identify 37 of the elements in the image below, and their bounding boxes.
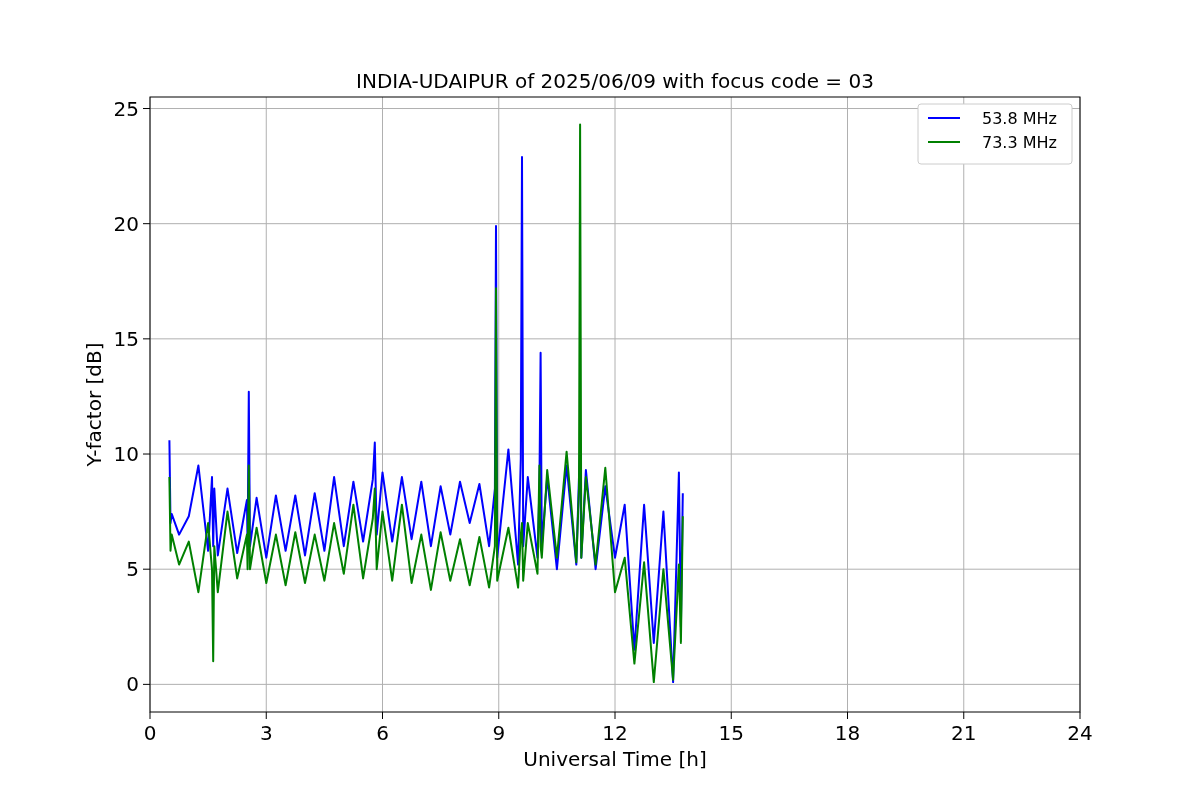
- x-axis-label: Universal Time [h]: [523, 747, 707, 771]
- y-tick-label: 15: [113, 326, 139, 351]
- legend-line: [927, 141, 961, 143]
- x-tick-label: 12: [602, 721, 628, 745]
- tick-mark: [382, 711, 383, 720]
- tick-mark: [142, 568, 151, 570]
- y-tick-label: 20: [113, 211, 139, 236]
- tick-mark: [265, 711, 267, 720]
- y-tick-label: 5: [126, 557, 139, 582]
- tick-mark: [1079, 711, 1081, 720]
- y-tick-label: 10: [113, 442, 139, 466]
- tick-mark: [149, 711, 151, 720]
- x-tick-label: 15: [718, 721, 744, 745]
- x-tick-label: 21: [951, 721, 977, 745]
- x-tick-label: 9: [492, 721, 506, 745]
- tick-mark: [730, 711, 732, 720]
- legend-line: [927, 117, 961, 119]
- x-tick-label: 3: [259, 721, 273, 745]
- tick-mark: [142, 223, 151, 225]
- y-tick-label: 25: [113, 96, 139, 121]
- tick-mark: [847, 711, 848, 720]
- chart-title: INDIA-UDAIPUR of 2025/06/09 with focus code = 03: [356, 69, 874, 93]
- x-tick-label: 18: [834, 721, 861, 745]
- y-axis-label: Y-factor [dB]: [82, 342, 106, 467]
- tick-mark: [142, 108, 151, 109]
- tick-mark: [142, 453, 151, 455]
- x-tick-label: 0: [143, 721, 157, 745]
- x-tick-label: 24: [1067, 721, 1093, 745]
- y-tick-label: 0: [126, 672, 139, 697]
- legend-label: 53.8 MHz: [982, 109, 1057, 128]
- legend-label: 73.3 MHz: [982, 133, 1057, 152]
- tick-mark: [142, 338, 151, 340]
- tick-mark: [963, 711, 965, 720]
- x-tick-label: 6: [376, 721, 389, 745]
- tick-mark: [498, 711, 500, 720]
- tick-mark: [142, 683, 151, 685]
- tick-mark: [614, 711, 616, 720]
